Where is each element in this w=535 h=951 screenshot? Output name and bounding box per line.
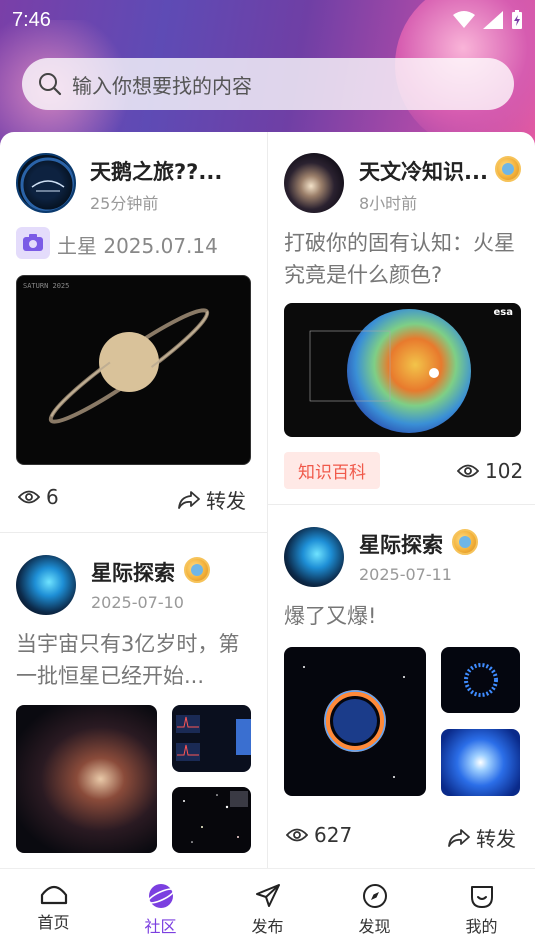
post-image-starfield[interactable] [172, 787, 251, 853]
tab-label: 发现 [358, 917, 391, 936]
view-count: 6 [18, 485, 59, 509]
avatar[interactable] [284, 153, 344, 213]
post-card[interactable]: 星际探索 2025-07-10 当宇宙只有3亿岁时，第一批恒星已经开始... [0, 533, 267, 868]
community-feed[interactable]: 天鹅之旅??... 25分钟前 土星 2025.07.14 SATURN 202… [0, 132, 535, 868]
post-image-blue-burst[interactable] [441, 729, 520, 796]
eye-icon [286, 828, 308, 842]
eye-icon [18, 490, 40, 504]
image-caption: SATURN 2025 [23, 282, 70, 290]
verified-badge-icon [452, 529, 478, 555]
view-count-value: 627 [314, 823, 353, 847]
view-count-value: 102 [485, 459, 524, 483]
post-image-saturn[interactable]: SATURN 2025 [16, 275, 251, 465]
status-time: 7:46 [12, 8, 51, 31]
battery-icon [512, 10, 522, 29]
share-label: 转发 [476, 827, 516, 851]
post-image-galaxy[interactable] [16, 705, 157, 853]
share-button[interactable]: 转发 [178, 485, 246, 514]
post-time: 25分钟前 [90, 194, 159, 213]
post-time: 8小时前 [359, 194, 418, 213]
search-icon [39, 73, 62, 96]
search-input[interactable]: 输入你想要找的内容 [22, 58, 514, 110]
camera-caption: 土星 2025.07.14 [57, 234, 218, 258]
author-name[interactable]: 星际探索 [359, 529, 443, 559]
post-time: 2025-07-11 [359, 565, 452, 584]
profile-icon [470, 886, 493, 908]
view-count-value: 6 [46, 485, 59, 509]
tab-label: 首页 [37, 913, 70, 932]
tab-publish[interactable]: 发布 [214, 869, 321, 951]
camera-icon [16, 227, 50, 259]
post-card[interactable]: 天鹅之旅??... 25分钟前 土星 2025.07.14 SATURN 202… [0, 132, 267, 532]
saturn-illustration [48, 308, 210, 424]
tab-label: 发布 [251, 917, 284, 936]
category-tag[interactable]: 知识百科 [284, 452, 380, 489]
tab-profile[interactable]: 我的 [428, 869, 535, 951]
author-name[interactable]: 星际探索 [91, 557, 175, 587]
status-icons [453, 10, 523, 30]
verified-badge-icon [184, 557, 210, 583]
tab-home[interactable]: 首页 [0, 869, 107, 951]
tab-label: 社区 [144, 917, 177, 936]
verified-badge-icon [495, 156, 521, 182]
share-label: 转发 [206, 489, 246, 513]
post-card[interactable]: 星际探索 2025-07-11 爆了又爆! 627 转发 [268, 505, 535, 868]
post-image-supernova[interactable] [284, 647, 426, 796]
view-count: 102 [457, 459, 523, 483]
post-time: 2025-07-10 [91, 593, 184, 612]
tab-discover[interactable]: 发现 [321, 869, 428, 951]
share-icon [178, 490, 200, 509]
avatar[interactable] [284, 527, 344, 587]
wifi-icon [453, 11, 475, 28]
tab-community[interactable]: 社区 [107, 869, 214, 951]
view-count: 627 [286, 823, 352, 847]
home-icon [40, 885, 67, 905]
author-name[interactable]: 天文冷知识... [359, 156, 488, 186]
bottom-tab-bar: 首页 社区 发布 发现 我的 [0, 868, 535, 951]
post-image-mars[interactable]: esa [284, 303, 521, 437]
post-card[interactable]: 天文冷知识... 8小时前 打破你的固有认知：火星究竟是什么颜色? esa 知识… [268, 132, 535, 504]
post-text[interactable]: 爆了又爆! [284, 600, 522, 632]
post-text[interactable]: 打破你的固有认知：火星究竟是什么颜色? [284, 227, 522, 291]
planet-icon [146, 884, 175, 908]
compass-icon [362, 884, 387, 908]
image-caption: esa [493, 307, 513, 318]
avatar[interactable] [16, 555, 76, 615]
post-image-ring[interactable] [441, 647, 520, 713]
signal-icon [483, 11, 503, 29]
eye-icon [457, 464, 479, 478]
author-name[interactable]: 天鹅之旅??... [90, 156, 222, 186]
avatar[interactable] [16, 153, 76, 213]
tab-label: 我的 [465, 917, 498, 936]
avatar-logo [20, 157, 74, 211]
share-icon [448, 828, 470, 847]
send-icon [255, 884, 280, 907]
share-button[interactable]: 转发 [448, 823, 516, 852]
status-bar: 7:46 [0, 0, 535, 40]
post-text[interactable]: 当宇宙只有3亿岁时，第一批恒星已经开始... [16, 628, 254, 692]
search-placeholder: 输入你想要找的内容 [72, 73, 252, 98]
mars-map [309, 309, 471, 433]
post-image-spectrum[interactable] [172, 705, 251, 772]
